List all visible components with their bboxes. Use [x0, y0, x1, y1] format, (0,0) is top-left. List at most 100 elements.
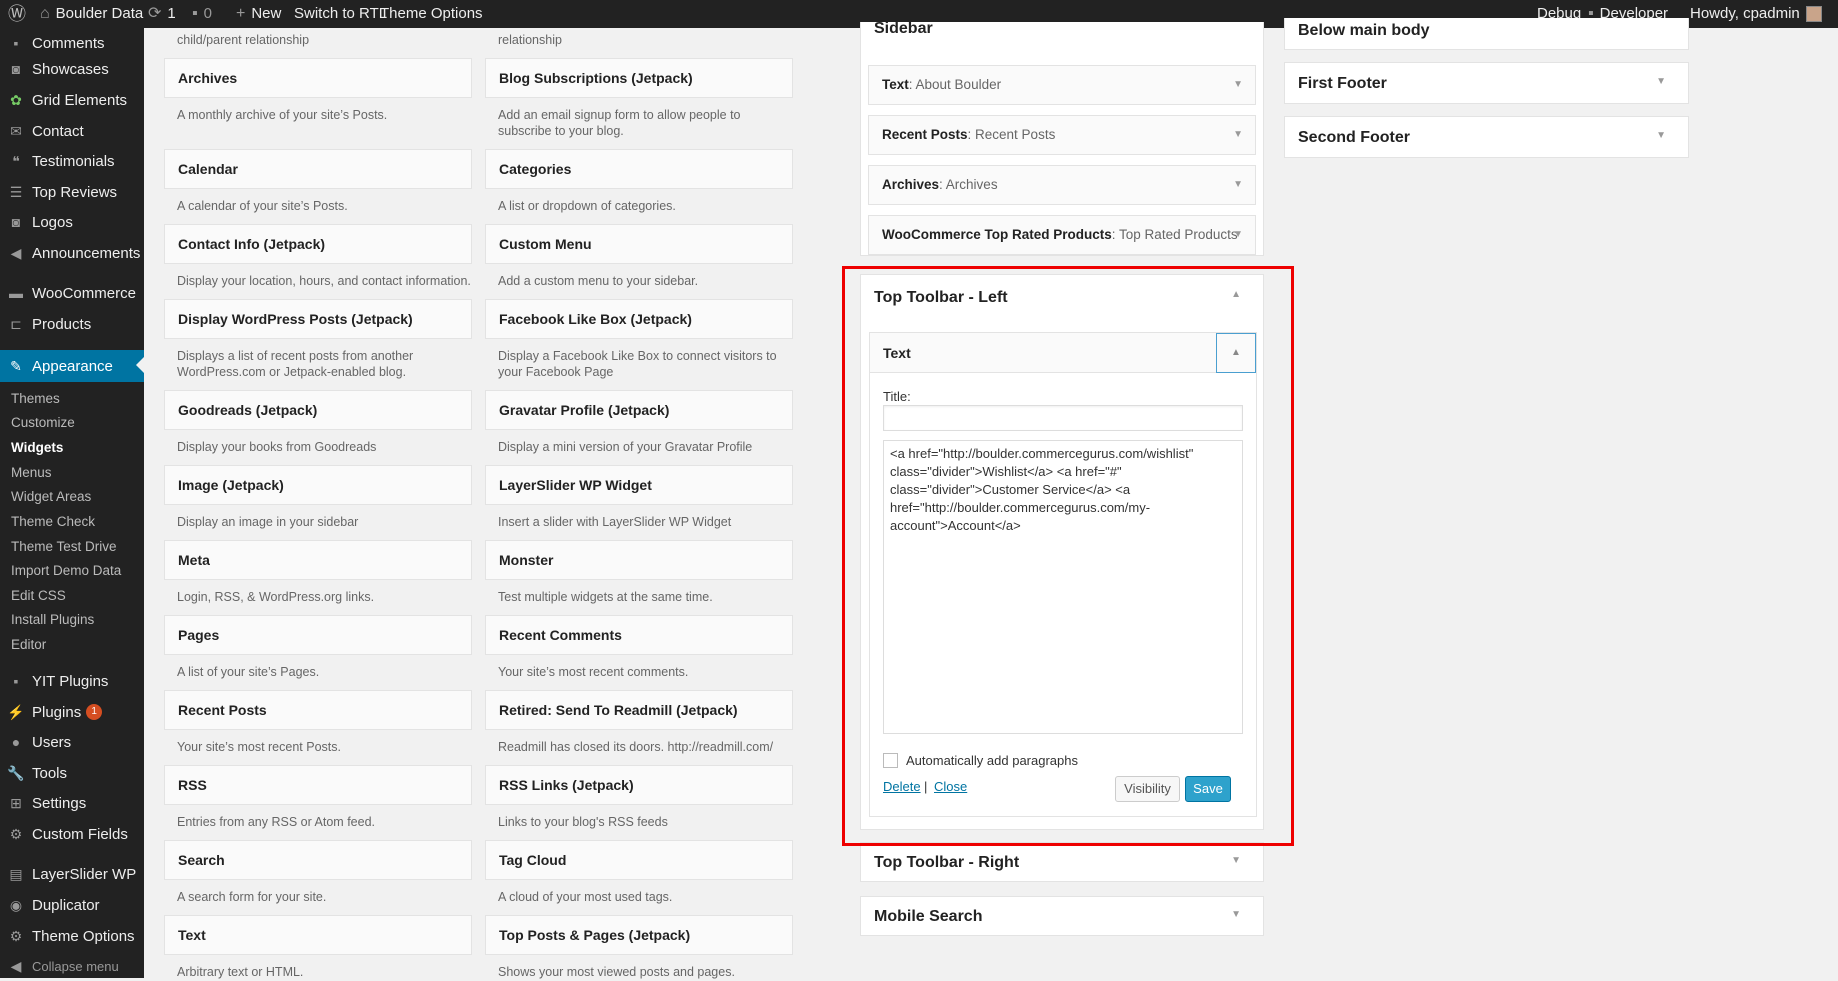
- submenu-theme-check[interactable]: Theme Check: [0, 514, 144, 529]
- expand-arrow-icon[interactable]: ▼: [1233, 216, 1243, 254]
- gear-icon: ⚙: [9, 825, 23, 842]
- cart-icon: ⊏: [10, 315, 22, 332]
- widget-text[interactable]: Text: [164, 915, 472, 955]
- widget-goodreads[interactable]: Goodreads (Jetpack): [164, 390, 472, 430]
- expand-arrow-icon[interactable]: ▼: [1233, 116, 1243, 154]
- expand-arrow-icon[interactable]: ▼: [1231, 909, 1241, 920]
- submenu-menus[interactable]: Menus: [0, 465, 144, 480]
- widget-image[interactable]: Image (Jetpack): [164, 465, 472, 505]
- menu-grid-elements[interactable]: ✿ Grid Elements: [0, 85, 144, 115]
- menu-users[interactable]: ● Users: [0, 727, 144, 757]
- brush-icon: ✎: [10, 357, 22, 374]
- account-link[interactable]: Howdy, cpadmin: [1690, 0, 1822, 28]
- menu-showcases[interactable]: ◙ Showcases: [0, 54, 144, 84]
- user-icon: ●: [11, 734, 21, 750]
- switch-rtl-link[interactable]: Switch to RTL: [294, 0, 387, 28]
- widget-area-first-footer[interactable]: First Footer ▼: [1284, 62, 1689, 104]
- widget-facebook-like-box[interactable]: Facebook Like Box (Jetpack): [485, 299, 793, 339]
- widget-send-to-readmill[interactable]: Retired: Send To Readmill (Jetpack): [485, 690, 793, 730]
- widget-description: A monthly archive of your site’s Posts.: [177, 108, 388, 122]
- menu-top-reviews[interactable]: ☰ Top Reviews: [0, 177, 144, 207]
- widget-tag-cloud[interactable]: Tag Cloud: [485, 840, 793, 880]
- submenu-themes[interactable]: Themes: [0, 391, 144, 406]
- widget-rss[interactable]: RSS: [164, 765, 472, 805]
- widget-calendar[interactable]: Calendar: [164, 149, 472, 189]
- widget-description: A cloud of your most used tags.: [498, 890, 673, 904]
- avatar: [1805, 6, 1822, 22]
- menu-yit-plugins[interactable]: ▪ YIT Plugins: [0, 666, 144, 696]
- expand-arrow-icon[interactable]: ▼: [1233, 166, 1243, 204]
- mail-icon: ✉: [10, 122, 22, 139]
- menu-products[interactable]: ⊏ Products: [0, 309, 144, 339]
- menu-contact[interactable]: ✉ Contact: [0, 116, 144, 146]
- widget-meta[interactable]: Meta: [164, 540, 472, 580]
- widget-description: A calendar of your site’s Posts.: [177, 199, 348, 213]
- site-name-link[interactable]: ⌂ Boulder Data: [40, 0, 143, 28]
- collapse-menu[interactable]: ◀ Collapse menu: [0, 951, 144, 981]
- widget-recent-posts[interactable]: Recent Posts: [164, 690, 472, 730]
- widget-layerslider[interactable]: LayerSlider WP Widget: [485, 465, 793, 505]
- widget-description: Display a mini version of your Gravatar …: [498, 440, 753, 454]
- menu-plugins[interactable]: ⚡ Plugins 1: [0, 697, 144, 727]
- updates-link[interactable]: ⟳ 1: [148, 0, 176, 28]
- expand-arrow-icon[interactable]: ▼: [1233, 66, 1243, 104]
- submenu-widgets[interactable]: Widgets: [0, 440, 144, 455]
- widget-top-posts-pages[interactable]: Top Posts & Pages (Jetpack): [485, 915, 793, 955]
- menu-appearance[interactable]: ✎ Appearance: [0, 350, 144, 382]
- widget-area-second-footer[interactable]: Second Footer ▼: [1284, 116, 1689, 158]
- sidebar-widget-archives[interactable]: Archives: Archives ▼: [868, 165, 1256, 205]
- widget-description: Insert a slider with LayerSlider WP Widg…: [498, 515, 732, 529]
- theme-options-link[interactable]: Theme Options: [380, 0, 483, 28]
- menu-duplicator[interactable]: ◉ Duplicator: [0, 890, 144, 920]
- widget-area-mobile-search[interactable]: Mobile Search ▼: [860, 896, 1264, 936]
- widget-gravatar-profile[interactable]: Gravatar Profile (Jetpack): [485, 390, 793, 430]
- widget-area-title: First Footer: [1298, 75, 1387, 92]
- widget-description: Add a custom menu to your sidebar.: [498, 274, 699, 288]
- comment-icon: ▪: [13, 35, 19, 51]
- submenu-customize[interactable]: Customize: [0, 415, 144, 430]
- showcase-icon: ◙: [11, 61, 21, 77]
- widget-search[interactable]: Search: [164, 840, 472, 880]
- widget-contact-info[interactable]: Contact Info (Jetpack): [164, 224, 472, 264]
- menu-theme-options[interactable]: ⚙ Theme Options: [0, 921, 144, 951]
- submenu-install-plugins[interactable]: Install Plugins: [0, 612, 144, 627]
- submenu-edit-css[interactable]: Edit CSS: [0, 588, 144, 603]
- menu-settings[interactable]: ⊞ Settings: [0, 788, 144, 818]
- new-content-link[interactable]: + New: [236, 0, 281, 28]
- widget-description: Display an image in your sidebar: [177, 515, 359, 529]
- submenu-theme-test-drive[interactable]: Theme Test Drive: [0, 539, 144, 554]
- menu-testimonials[interactable]: ❝ Testimonials: [0, 146, 144, 176]
- widget-recent-comments[interactable]: Recent Comments: [485, 615, 793, 655]
- widget-blog-subscriptions[interactable]: Blog Subscriptions (Jetpack): [485, 58, 793, 98]
- menu-tools[interactable]: 🔧 Tools: [0, 758, 144, 788]
- comments-link[interactable]: ▪ 0: [192, 0, 212, 28]
- widget-area-title: Top Toolbar - Right: [874, 854, 1020, 871]
- expand-arrow-icon[interactable]: ▼: [1656, 76, 1666, 87]
- widget-display-wordpress-posts[interactable]: Display WordPress Posts (Jetpack): [164, 299, 472, 339]
- widget-area-top-toolbar-right[interactable]: Top Toolbar - Right ▼: [860, 842, 1264, 882]
- submenu-widget-areas[interactable]: Widget Areas: [0, 489, 144, 504]
- wordpress-logo-icon[interactable]: Ⓦ: [8, 0, 26, 28]
- collapse-icon: ◀: [10, 957, 22, 974]
- menu-announcements[interactable]: ◀ Announcements: [0, 238, 144, 268]
- expand-arrow-icon[interactable]: ▼: [1231, 855, 1241, 866]
- widget-custom-menu[interactable]: Custom Menu: [485, 224, 793, 264]
- widget-archives[interactable]: Archives: [164, 58, 472, 98]
- widget-monster[interactable]: Monster: [485, 540, 793, 580]
- expand-arrow-icon[interactable]: ▼: [1656, 130, 1666, 141]
- sidebar-widget-recent-posts[interactable]: Recent Posts: Recent Posts ▼: [868, 115, 1256, 155]
- widget-categories[interactable]: Categories: [485, 149, 793, 189]
- menu-logos[interactable]: ◙ Logos: [0, 207, 144, 237]
- sidebar-widget-text[interactable]: Text: About Boulder ▼: [868, 65, 1256, 105]
- submenu-editor[interactable]: Editor: [0, 637, 144, 652]
- submenu-import-demo[interactable]: Import Demo Data: [0, 563, 144, 578]
- menu-woocommerce[interactable]: ▬ WooCommerce: [0, 278, 144, 308]
- woocommerce-icon: ▬: [9, 285, 23, 301]
- sidebar-widget-woocommerce-top-rated[interactable]: WooCommerce Top Rated Products: Top Rate…: [868, 215, 1256, 255]
- widget-description: A list of your site’s Pages.: [177, 665, 320, 679]
- menu-layerslider[interactable]: ▤ LayerSlider WP: [0, 859, 144, 889]
- widget-area-below-main-body[interactable]: Below main body: [1284, 18, 1689, 50]
- widget-pages[interactable]: Pages: [164, 615, 472, 655]
- menu-custom-fields[interactable]: ⚙ Custom Fields: [0, 819, 144, 849]
- widget-rss-links[interactable]: RSS Links (Jetpack): [485, 765, 793, 805]
